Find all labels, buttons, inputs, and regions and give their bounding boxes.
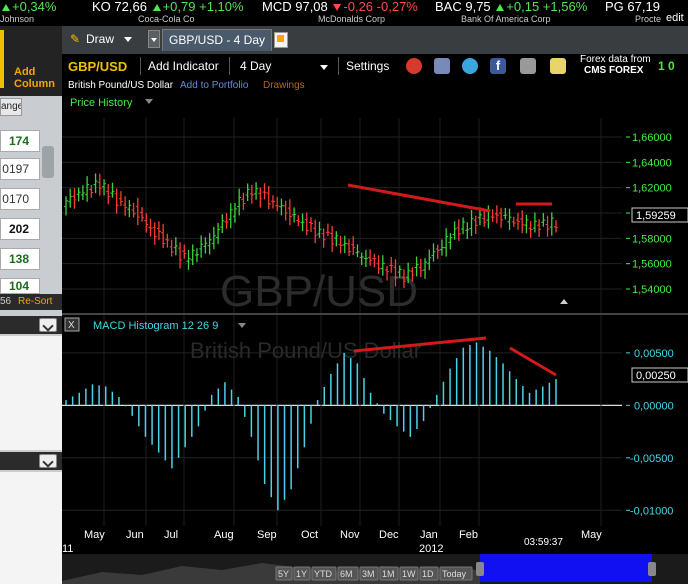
share-icon[interactable] xyxy=(520,58,536,74)
add-column-button[interactable]: Add Column xyxy=(14,66,55,90)
current-macd-label: 0,00250 xyxy=(636,370,676,382)
scrollbar-thumb[interactable] xyxy=(42,146,54,178)
x-tick-label: Jan xyxy=(420,529,438,541)
twitter-icon[interactable] xyxy=(462,58,478,74)
watermark-description: British Pound/US Dollar xyxy=(190,338,421,363)
collapse-chevron-icon[interactable] xyxy=(39,454,57,468)
add-indicator-button[interactable]: Add Indicator xyxy=(148,59,219,73)
chart-area[interactable]: British Pound/US Dollar Add to Portfolio… xyxy=(62,78,688,584)
alarm-clock-icon[interactable] xyxy=(406,58,422,74)
range-button-label: 1M xyxy=(382,569,395,579)
interval-label[interactable]: 1 0 xyxy=(658,59,675,73)
y-tick-label: 1,66000 xyxy=(632,132,672,144)
main-toolbar: ✎ Draw GBP/USD - 4 Day xyxy=(62,26,688,54)
add-to-portfolio-link[interactable]: Add to Portfolio xyxy=(180,80,249,91)
x-tick-label: Feb xyxy=(459,529,478,541)
resort-bar: 56 Re-Sort xyxy=(0,294,62,310)
facebook-icon[interactable]: f xyxy=(490,58,506,74)
watchlist-cell[interactable]: 0197 xyxy=(0,158,40,180)
tab-gbp-usd[interactable]: GBP/USD - 4 Day xyxy=(162,29,273,51)
navigator-handle[interactable] xyxy=(648,562,656,576)
drawings-link[interactable]: Drawings xyxy=(263,80,305,91)
range-button-label: 1D xyxy=(422,569,434,579)
range-button-label: 3M xyxy=(362,569,375,579)
chart-toolbar: GBP/USD Add Indicator 4 Day Settings f F… xyxy=(62,54,688,78)
current-price-label: 1,59259 xyxy=(636,210,676,222)
x-tick-label: 11 xyxy=(62,543,73,555)
watchlist-cell[interactable]: 0170 xyxy=(0,188,40,210)
y-tick-label: 1,64000 xyxy=(632,157,672,169)
watchlist-cell[interactable]: 202 xyxy=(0,218,40,240)
x-tick-label: May xyxy=(581,529,602,541)
price-history-label[interactable]: Price History xyxy=(70,97,133,109)
ticker-item[interactable]: +0,34% Johnson xyxy=(0,0,80,26)
navigator-selection[interactable] xyxy=(480,554,652,582)
period-select[interactable]: 4 Day xyxy=(240,59,271,73)
range-button-label: 1Y xyxy=(296,569,307,579)
ticker-strip: +0,34% Johnson KO 72,66 +0,79 +1,10% Coc… xyxy=(0,0,688,26)
range-button-label: 1W xyxy=(402,569,416,579)
watermark-symbol: GBP/USD xyxy=(220,267,418,316)
x-tick-label: May xyxy=(84,529,105,541)
y-tick-label: -0,01000 xyxy=(630,505,673,517)
chart-description: British Pound/US Dollar xyxy=(68,80,174,91)
close-icon: X xyxy=(68,320,75,331)
y-tick-label: 0,00500 xyxy=(634,348,674,360)
macd-label[interactable]: MACD Histogram 12 26 9 xyxy=(93,320,218,332)
navigator-handle[interactable] xyxy=(476,562,484,576)
up-arrow-icon xyxy=(152,4,161,11)
range-button-label: YTD xyxy=(314,569,333,579)
collapse-chevron-icon[interactable] xyxy=(39,318,57,332)
up-arrow-icon xyxy=(496,4,505,11)
draw-button[interactable]: Draw xyxy=(86,32,114,46)
range-buttons: 5Y 1Y YTD 6M 3M 1M 1W 1D Today xyxy=(275,566,473,581)
watchlist-header: Add Column xyxy=(0,26,62,96)
y-tick-label: 1,58000 xyxy=(632,233,672,245)
range-button-label: Today xyxy=(442,569,467,579)
chevron-down-icon xyxy=(151,38,157,42)
edit-link[interactable]: edit xyxy=(666,12,684,24)
ticker-item[interactable]: MCD 97,08 -0,26 -0,27% McDonalds Corp xyxy=(262,0,432,26)
y-tick-label: 1,62000 xyxy=(632,183,672,195)
watchlist-cell[interactable]: 104 xyxy=(0,278,40,294)
watchlist-panel: Add Column ange 174 0197 0170 202 138 104… xyxy=(0,26,62,584)
x-tick-label: Oct xyxy=(301,529,318,541)
cms-forex-logo: CMS FOREX xyxy=(584,65,644,76)
change-column-header[interactable]: ange xyxy=(0,98,22,116)
year-label: 2012 xyxy=(419,543,443,555)
resort-button[interactable]: Re-Sort xyxy=(18,296,52,307)
y-tick-label: -0,00500 xyxy=(630,453,673,465)
forex-source-label: Forex data from xyxy=(580,54,651,65)
chevron-down-icon[interactable] xyxy=(320,65,328,70)
symbol-label[interactable]: GBP/USD xyxy=(68,59,127,74)
watchlist-cell[interactable]: 174 xyxy=(0,130,40,152)
note-icon[interactable] xyxy=(550,58,566,74)
x-tick-label: Sep xyxy=(257,529,277,541)
x-tick-label: Nov xyxy=(340,529,360,541)
watchlist-cell[interactable]: 138 xyxy=(0,248,40,270)
down-arrow-icon xyxy=(333,4,342,11)
y-tick-label: 1,56000 xyxy=(632,259,672,271)
app-window: +0,34% Johnson KO 72,66 +0,79 +1,10% Coc… xyxy=(0,0,688,584)
up-arrow-icon xyxy=(2,4,10,11)
range-button-label: 5Y xyxy=(278,569,289,579)
settings-button[interactable]: Settings xyxy=(346,59,389,73)
clock-label: 03:59:37 xyxy=(524,537,563,548)
portfolio-icon[interactable] xyxy=(434,58,450,74)
ticker-item[interactable]: KO 72,66 +0,79 +1,10% Coca-Cola Co xyxy=(92,0,262,26)
y-tick-label: 0,00000 xyxy=(634,400,674,412)
tab-menu-button[interactable] xyxy=(148,30,160,48)
y-tick-label: 1,54000 xyxy=(632,284,672,296)
range-button-label: 6M xyxy=(340,569,353,579)
x-tick-label: Jun xyxy=(126,529,144,541)
x-tick-label: Dec xyxy=(379,529,399,541)
chevron-down-icon[interactable] xyxy=(124,37,132,42)
x-tick-label: Jul xyxy=(164,529,178,541)
ticker-item[interactable]: BAC 9,75 +0,15 +1,56% Bank Of America Co… xyxy=(435,0,605,26)
new-tab-icon[interactable] xyxy=(274,32,288,48)
x-tick-label: Aug xyxy=(214,529,234,541)
pencil-icon: ✎ xyxy=(70,32,81,46)
